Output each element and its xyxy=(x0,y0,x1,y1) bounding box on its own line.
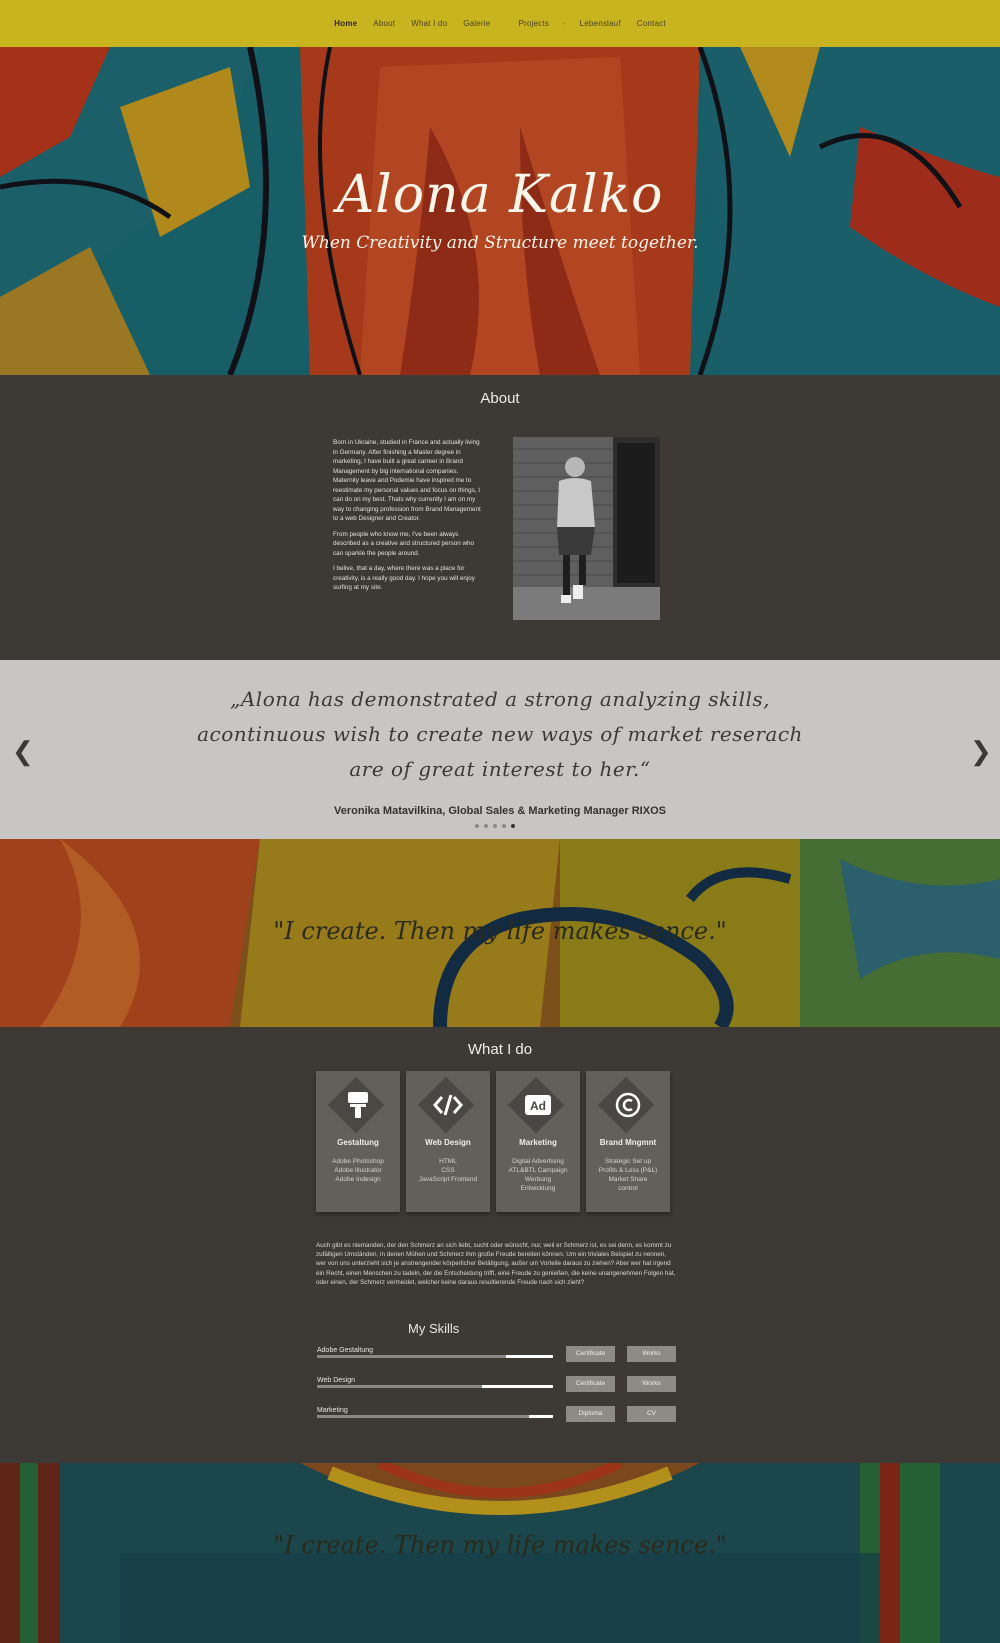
nav-about[interactable]: About xyxy=(373,19,395,28)
slider-dot[interactable] xyxy=(502,824,506,828)
slider-dot[interactable] xyxy=(475,824,479,828)
slider-dot[interactable] xyxy=(484,824,488,828)
works-button[interactable]: Works xyxy=(627,1376,676,1392)
service-line: HTML xyxy=(439,1158,457,1165)
skill-bar xyxy=(317,1355,553,1358)
service-line: JavaScript Frontend xyxy=(418,1176,478,1183)
certificate-button[interactable]: Certificate xyxy=(566,1346,615,1362)
hero-title: Alona Kalko xyxy=(336,165,664,225)
quote-banner-bottom: "I create. Then my life makes sence." xyxy=(0,1463,1000,1643)
code-icon xyxy=(406,1089,490,1121)
nav-dropdown-marker[interactable]: - xyxy=(563,19,566,28)
what-i-do-title: What I do xyxy=(467,1041,533,1058)
service-cards: Gestaltung Adobe Photoshop Adobe Illustr… xyxy=(316,1071,670,1212)
skill-label: Adobe Gestaltung xyxy=(317,1347,374,1354)
nav-contact[interactable]: Contact xyxy=(637,19,666,28)
service-line: Adobe Illustrator xyxy=(334,1167,382,1174)
svg-text:Ad: Ad xyxy=(530,1099,546,1113)
banner-quote: "I create. Then my life makes sence." xyxy=(273,1531,727,1559)
nav-lebenslauf[interactable]: Lebenslauf xyxy=(580,19,621,28)
service-card-title: Gestaltung xyxy=(337,1138,379,1147)
about-paragraph: From people who know me, I've been alway… xyxy=(333,530,475,557)
about-title: About xyxy=(480,390,520,407)
service-line: Adobe Photoshop xyxy=(332,1158,384,1165)
diploma-button[interactable]: Diploma xyxy=(566,1406,615,1422)
skill-bar xyxy=(317,1415,553,1418)
certificate-button[interactable]: Certificate xyxy=(566,1376,615,1392)
cv-button[interactable]: CV xyxy=(627,1406,676,1422)
skill-row: Marketing xyxy=(317,1407,553,1418)
about-text: Born in Ukraine, studied in France and a… xyxy=(333,438,481,599)
testimonial-author: Veronika Matavilkina, Global Sales & Mar… xyxy=(334,805,666,817)
about-paragraph: I belive, that a day, where there was a … xyxy=(333,565,475,591)
nav-what-i-do[interactable]: What I do xyxy=(411,19,447,28)
paint-roller-icon xyxy=(316,1089,400,1121)
top-navigation: Home About What I do Galerie Projects - … xyxy=(0,0,1000,47)
skills-title: My Skills xyxy=(408,1321,460,1336)
service-line: ATL&BTL Campaign xyxy=(508,1167,568,1174)
service-line: Entwicklung xyxy=(520,1185,556,1192)
what-i-do-section: What I do Gestaltung Adobe Photoshop Ado… xyxy=(0,1027,1000,1463)
service-card-details: Digital Advertising ATL&BTL Campaign Wer… xyxy=(500,1157,576,1193)
nav-galerie[interactable]: Galerie xyxy=(463,19,490,28)
skill-bar-fill xyxy=(529,1415,553,1418)
skill-bar-fill xyxy=(482,1385,553,1388)
works-button[interactable]: Works xyxy=(627,1346,676,1362)
service-line: control xyxy=(618,1185,638,1192)
slider-dot[interactable] xyxy=(493,824,497,828)
service-card: Web Design HTML CSS JavaScript Frontend xyxy=(406,1071,490,1212)
hero-section: Alona Kalko When Creativity and Structur… xyxy=(0,47,1000,375)
about-section: About Born in Ukraine, studied in France… xyxy=(0,375,1000,660)
service-card: Brand Mngmnt Strategic Set up Profits & … xyxy=(586,1071,670,1212)
about-paragraph: Born in Ukraine, studied in France and a… xyxy=(333,439,481,522)
service-card-details: Adobe Photoshop Adobe Illustrator Adobe … xyxy=(320,1157,396,1184)
service-line: Profits & Loss (P&L) xyxy=(598,1167,658,1174)
service-card-title: Brand Mngmnt xyxy=(599,1138,657,1147)
service-card-details: Strategic Set up Profits & Loss (P&L) Ma… xyxy=(590,1157,666,1193)
skill-row: Web Design xyxy=(317,1377,553,1388)
skill-row: Adobe Gestaltung xyxy=(317,1347,553,1358)
service-line: Strategic Set up xyxy=(604,1158,652,1165)
slider-next-arrow[interactable]: ❯ xyxy=(970,736,992,767)
slider-dots xyxy=(475,824,515,828)
banner-quote: "I create. Then my life makes sence." xyxy=(273,917,727,945)
testimonial-slider: ❮ „Alona has demonstrated a strong analy… xyxy=(0,660,1000,839)
service-line: Werbung xyxy=(524,1176,552,1183)
copyright-icon xyxy=(586,1089,670,1121)
what-i-do-description: Auch gibt es niemanden, der den Schmerz … xyxy=(316,1242,676,1286)
service-line: Adobe Indesign xyxy=(335,1176,381,1183)
service-card-title: Marketing xyxy=(519,1138,557,1147)
nav-home[interactable]: Home xyxy=(334,19,357,28)
skill-bar xyxy=(317,1385,553,1388)
service-card-title: Web Design xyxy=(425,1138,471,1147)
skill-bar-fill xyxy=(505,1355,553,1358)
slider-dot-active[interactable] xyxy=(511,824,515,828)
service-card-details: HTML CSS JavaScript Frontend xyxy=(410,1157,486,1184)
service-card: Gestaltung Adobe Photoshop Adobe Illustr… xyxy=(316,1071,400,1212)
service-line: CSS xyxy=(441,1167,455,1174)
service-line: Market Share xyxy=(608,1176,648,1183)
slider-prev-arrow[interactable]: ❮ xyxy=(12,736,34,767)
skill-label: Marketing xyxy=(317,1407,348,1414)
portrait-photo xyxy=(513,437,660,620)
testimonial-quote: „Alona has demonstrated a strong analyzi… xyxy=(197,687,803,781)
nav-projects[interactable]: Projects xyxy=(518,19,549,28)
portrait-photo-graphic xyxy=(513,437,660,620)
service-card: Ad Marketing Digital Advertising ATL&BTL… xyxy=(496,1071,580,1212)
nav-links: Home About What I do Galerie Projects - … xyxy=(326,19,674,28)
hero-subtitle: When Creativity and Structure meet toget… xyxy=(301,233,699,253)
ad-icon: Ad xyxy=(496,1089,580,1121)
skill-label: Web Design xyxy=(317,1377,356,1384)
quote-banner: "I create. Then my life makes sence." xyxy=(0,839,1000,1027)
service-line: Digital Advertising xyxy=(512,1158,564,1165)
